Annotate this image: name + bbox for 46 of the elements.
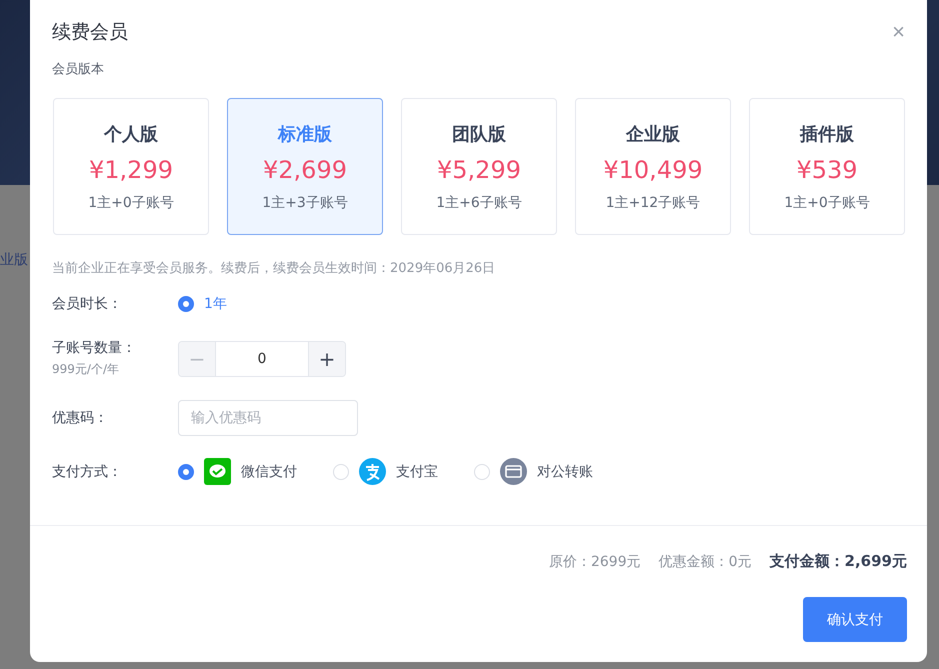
- plan-accounts: 1主+12子账号: [606, 194, 700, 212]
- plan-price: ¥5,299: [437, 156, 521, 184]
- plan-price: ¥2,699: [263, 156, 347, 184]
- plan-price: ¥1,299: [89, 156, 173, 184]
- plan-price: ¥10,499: [603, 156, 703, 184]
- plan-accounts: 1主+3子账号: [262, 194, 348, 212]
- price-hint: 999元/个/年: [52, 361, 120, 378]
- plan-name: 企业版: [626, 122, 680, 146]
- coupon-input[interactable]: 输入优惠码: [178, 400, 358, 436]
- field-label: 支付方式：: [52, 462, 123, 480]
- plan-card[interactable]: 个人版 ¥1,299 1主+0子账号: [53, 98, 209, 235]
- plan-card[interactable]: 企业版 ¥10,499 1主+12子账号: [575, 98, 731, 235]
- field-label: 会员时长：: [52, 295, 123, 313]
- radio-button[interactable]: [178, 464, 194, 480]
- plan-name: 个人版: [104, 122, 158, 146]
- quantity-stepper[interactable]: − 0 +: [178, 340, 346, 376]
- plan-name: 插件版: [800, 122, 854, 146]
- chat-bubble-icon: [204, 458, 231, 485]
- dialog-title: 续费会员: [52, 20, 128, 45]
- plan-card[interactable]: 团队版 ¥5,299 1主+6子账号: [401, 98, 557, 235]
- discount-amount: 优惠金额：0元: [658, 552, 752, 570]
- field-label: 子账号数量：: [52, 339, 137, 357]
- original-price: 原价：2699元: [548, 552, 641, 570]
- option-label[interactable]: 对公转账: [537, 462, 593, 480]
- option-label[interactable]: 支付宝: [396, 462, 438, 480]
- confirm-button[interactable]: 确认支付: [803, 597, 907, 642]
- plan-name: 团队版: [452, 122, 506, 146]
- quantity-input[interactable]: 0: [215, 342, 309, 376]
- increment-button[interactable]: +: [309, 342, 345, 376]
- plan-card[interactable]: 插件版 ¥539 1主+0子账号: [749, 98, 905, 235]
- plan-name: 标准版: [278, 122, 332, 146]
- plan-accounts: 1主+0子账号: [784, 194, 870, 212]
- plan-accounts: 1主+6子账号: [436, 194, 522, 212]
- background-text: 业版: [0, 251, 28, 269]
- alipay-icon: [359, 458, 386, 485]
- notice-text: 当前企业正在享受会员服务。续费后，续费会员生效时间：2029年06月26日: [52, 260, 496, 277]
- field-label: 优惠码：: [52, 409, 109, 427]
- section-label: 会员版本: [52, 61, 105, 78]
- radio-button[interactable]: [178, 296, 194, 312]
- plan-price: ¥539: [796, 156, 858, 184]
- option-label[interactable]: 微信支付: [241, 462, 297, 480]
- card-icon: [500, 458, 527, 485]
- option-label[interactable]: 1年: [204, 295, 227, 313]
- plan-card[interactable]: 标准版 ¥2,699 1主+3子账号: [227, 98, 383, 235]
- plan-accounts: 1主+0子账号: [88, 194, 174, 212]
- total-amount: 支付金额：2,699元: [770, 552, 907, 571]
